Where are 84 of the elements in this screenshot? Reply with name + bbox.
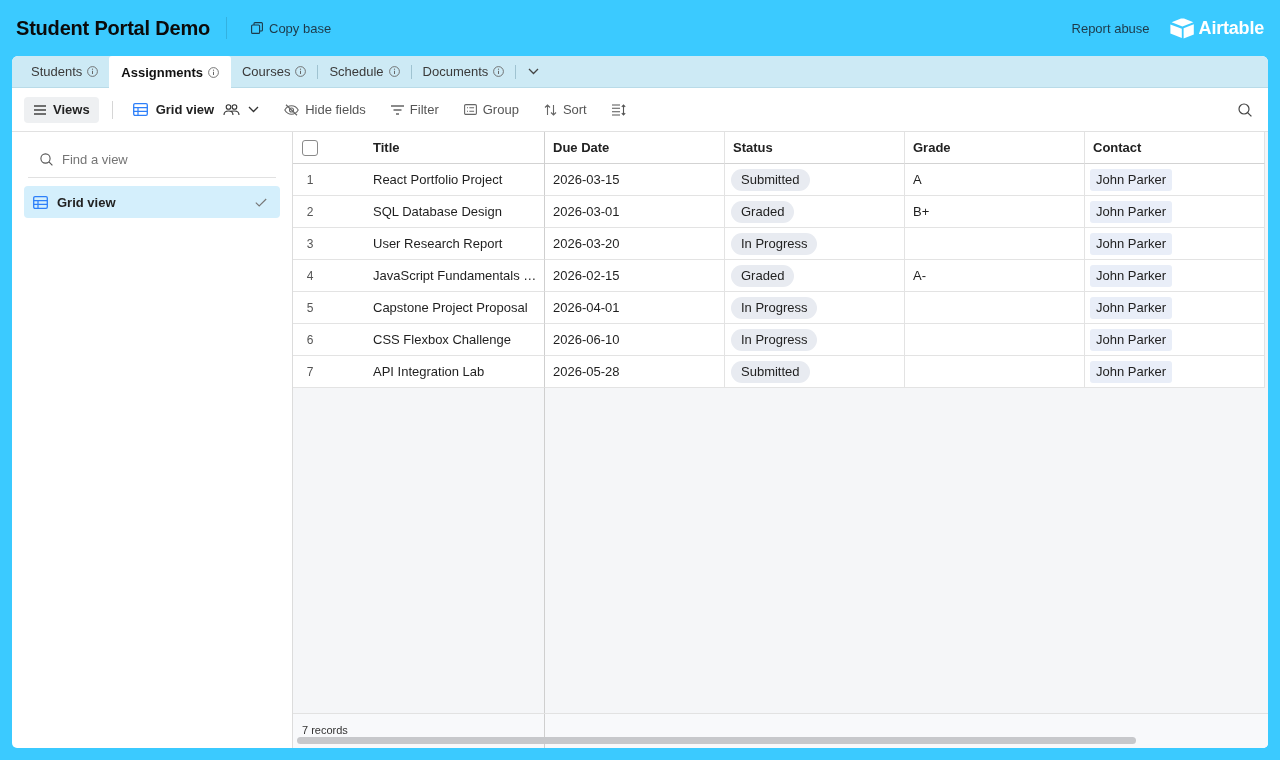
table-cell-text: SQL Database Design <box>372 203 503 221</box>
check-icon <box>255 197 267 207</box>
contact-chip: John Parker <box>1090 328 1173 351</box>
table-cell: 2026-03-01 <box>545 196 725 228</box>
menu-icon <box>34 104 46 115</box>
table-tab[interactable]: Schedule <box>318 56 411 87</box>
eye-slash-icon <box>284 103 300 116</box>
status-pill: In Progress <box>731 328 818 351</box>
sort-button[interactable]: Sort <box>543 98 587 121</box>
report-abuse-link[interactable]: Report abuse <box>1071 20 1150 36</box>
row-height-icon <box>611 103 626 116</box>
contact-chip: John Parker <box>1090 296 1173 319</box>
cube-logo-icon <box>1169 17 1195 39</box>
info-icon <box>295 66 307 77</box>
info-icon <box>493 66 505 77</box>
status-pill: In Progress <box>731 296 818 319</box>
table-cell: 2026-03-15 <box>545 164 725 196</box>
row-number: 5 <box>305 300 315 315</box>
group-button[interactable]: Group <box>463 98 519 121</box>
status-pill: Graded <box>731 264 795 287</box>
table-cell: B+ <box>905 196 1085 228</box>
status-pill: Submitted <box>731 360 810 383</box>
contact-chip: John Parker <box>1090 264 1173 287</box>
contact-chip: John Parker <box>1090 168 1173 191</box>
record-count: 7 records <box>302 724 348 736</box>
search-icon <box>40 153 53 166</box>
row-number: 6 <box>305 332 315 347</box>
contact-chip: John Parker <box>1090 360 1173 383</box>
row-number: 3 <box>305 236 315 251</box>
chevron-down-icon <box>248 106 260 113</box>
column-header[interactable]: Title <box>373 140 400 155</box>
table-cell: 2026-04-01 <box>545 292 725 324</box>
find-view-field[interactable]: Find a view <box>62 150 276 169</box>
search-icon <box>1238 102 1252 117</box>
view-list-item[interactable]: Grid view <box>24 186 280 218</box>
status-pill: In Progress <box>731 232 818 255</box>
hide-fields-button[interactable]: Hide fields <box>284 98 366 121</box>
row-number: 4 <box>305 268 315 283</box>
views-button[interactable]: Views <box>24 96 99 123</box>
table-tab[interactable]: Students <box>20 56 110 87</box>
table-cell: A <box>905 164 1085 196</box>
status-pill: Graded <box>731 200 795 223</box>
grid-icon <box>132 103 148 116</box>
column-header[interactable]: Due Date <box>553 140 610 155</box>
row-number: 7 <box>305 364 315 379</box>
info-icon <box>207 66 219 78</box>
table-cell-text: React Portfolio Project <box>372 171 504 189</box>
list-box-icon <box>463 104 477 115</box>
table-tab[interactable]: Courses <box>230 56 318 87</box>
table-tab[interactable]: Assignments <box>109 56 231 88</box>
logo-wordmark: Airtable <box>1198 17 1264 39</box>
filter-button[interactable]: Filter <box>390 98 439 121</box>
chevron-down-icon <box>528 68 540 75</box>
column-header[interactable]: Grade <box>913 140 951 155</box>
sort-arrows-icon <box>543 103 557 116</box>
table-cell: 2026-02-15 <box>545 260 725 292</box>
table-cell: A- <box>905 260 1085 292</box>
horizontal-scrollbar[interactable] <box>297 737 1136 744</box>
status-pill: Submitted <box>731 168 810 191</box>
grid-icon <box>33 195 48 209</box>
people-icon <box>223 103 241 116</box>
table-cell-text: JavaScript Fundamentals … <box>372 267 538 285</box>
copy-icon <box>251 22 263 34</box>
contact-chip: John Parker <box>1090 200 1173 223</box>
column-header[interactable]: Contact <box>1093 140 1142 155</box>
row-number: 2 <box>305 204 315 219</box>
table-cell: 2026-06-10 <box>545 324 725 356</box>
copy-base-button[interactable]: Copy base <box>249 16 334 40</box>
table-tab[interactable]: Documents <box>411 56 516 87</box>
table-cell-text: CSS Flexbox Challenge <box>372 331 513 349</box>
filter-icon <box>390 104 404 115</box>
view-switcher[interactable]: Grid view <box>132 98 260 121</box>
base-title: Student Portal Demo <box>16 16 210 40</box>
table-cell-text: User Research Report <box>372 235 504 253</box>
table-cell: 2026-03-20 <box>545 228 725 260</box>
table-cell-text: Capstone Project Proposal <box>372 299 529 317</box>
row-number: 1 <box>305 172 315 187</box>
info-icon <box>87 66 99 77</box>
contact-chip: John Parker <box>1090 232 1173 255</box>
info-icon <box>388 66 400 77</box>
table-cell-text: API Integration Lab <box>372 363 486 381</box>
select-all-checkbox[interactable] <box>302 139 318 156</box>
column-header[interactable]: Status <box>733 140 773 155</box>
table-cell: 2026-05-28 <box>545 356 725 388</box>
